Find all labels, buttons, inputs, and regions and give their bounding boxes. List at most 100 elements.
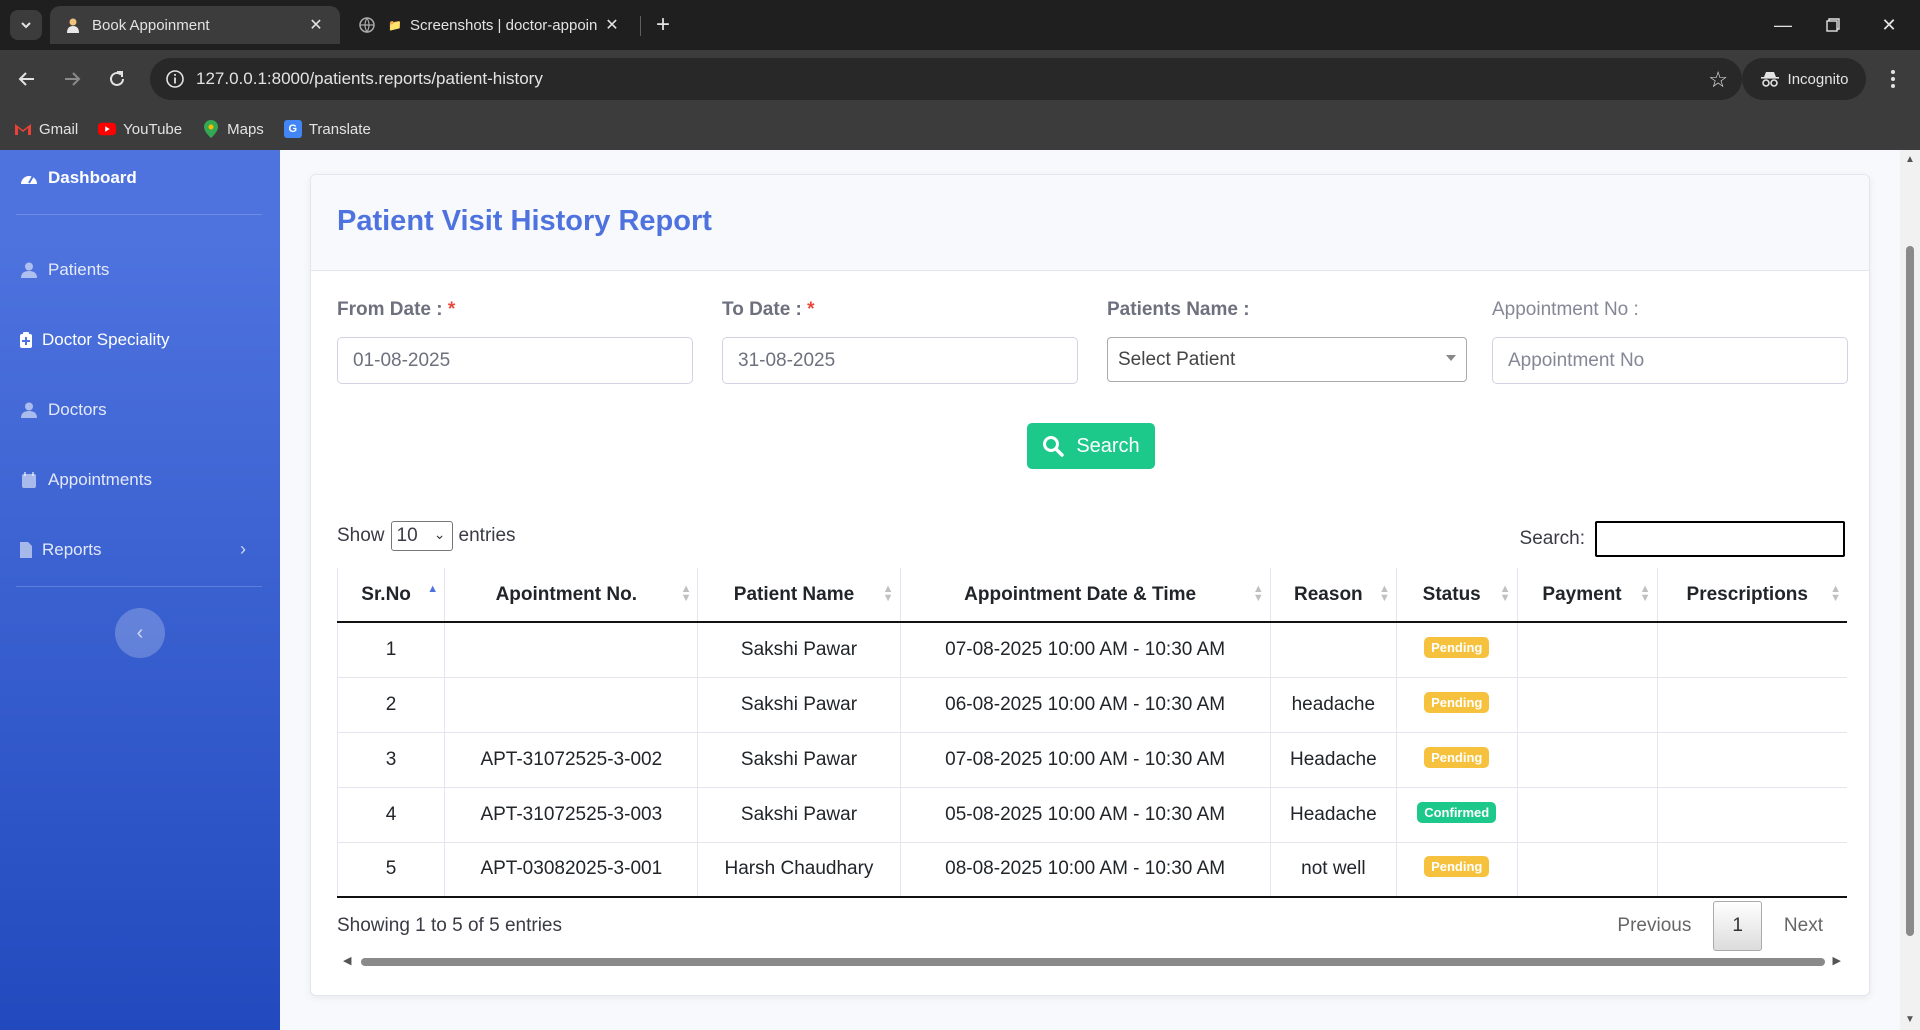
sidebar-item-dashboard[interactable]: Dashboard: [20, 168, 137, 188]
doctor-icon: [64, 16, 82, 34]
reload-button[interactable]: [100, 62, 134, 96]
tab-screenshots[interactable]: 📁 Screenshots | doctor-appoin ✕: [344, 6, 636, 44]
sort-icon: ▲ ▼: [1252, 583, 1264, 604]
bookmarks-bar: Gmail YouTube Maps G Translate: [0, 108, 1920, 150]
close-icon[interactable]: ✕: [600, 13, 624, 37]
column-header-appointment-date-time[interactable]: Appointment Date & Time ▲ ▼: [899, 568, 1271, 623]
table-row: 3 APT-31072525-3-002 Sakshi Pawar 07-08-…: [336, 732, 1847, 788]
cell-status: Confirmed: [1395, 787, 1517, 843]
visit-history-table: Sr.No ▲ Apointment No. ▲ ▼ Patient Name ▲ ▼ A…: [336, 568, 1847, 898]
patient-select[interactable]: Select Patient: [1107, 337, 1467, 382]
entries-select[interactable]: 10 ⌄: [390, 521, 453, 551]
user-icon: [20, 261, 38, 279]
scroll-up-icon[interactable]: ▲: [1905, 154, 1915, 165]
arrow-right-icon: [65, 72, 81, 86]
table-row: 2 Sakshi Pawar 06-08-2025 10:00 AM - 10:…: [336, 677, 1847, 733]
address-bar[interactable]: 127.0.0.1:8000/patients.reports/patient-…: [150, 58, 1742, 100]
search-button[interactable]: Search: [1027, 423, 1155, 469]
pagination-page-1[interactable]: 1: [1713, 901, 1762, 951]
column-header-appointment-no[interactable]: Apointment No. ▲ ▼: [444, 568, 698, 623]
sidebar-item-doctors[interactable]: Doctors: [20, 400, 107, 420]
cell-patient-name: Sakshi Pawar: [697, 677, 901, 733]
chevron-down-icon: ⌄: [433, 526, 446, 542]
table-info: Showing 1 to 5 of 5 entries: [337, 915, 562, 936]
entries-value: 10: [396, 525, 418, 546]
page-vertical-scrollbar[interactable]: ▲ ▼: [1900, 150, 1920, 1030]
tab-search-button[interactable]: [10, 10, 42, 40]
new-tab-button[interactable]: +: [648, 10, 678, 40]
main-content: Patient Visit History Report From Date :…: [280, 150, 1900, 1030]
browser-tab-strip: Book Appoinment ✕ 📁 Screenshots | doctor…: [0, 0, 1920, 50]
translate-icon: G: [283, 120, 302, 138]
incognito-indicator[interactable]: Incognito: [1742, 58, 1866, 100]
youtube-icon: [98, 120, 117, 138]
status-badge: Pending: [1424, 856, 1490, 878]
bookmark-label: Gmail: [39, 120, 79, 138]
cell-prescriptions: [1656, 677, 1847, 733]
bookmark-youtube[interactable]: YouTube: [98, 120, 182, 138]
close-icon[interactable]: ✕: [304, 13, 328, 37]
entries-length-control: Show 10 ⌄ entries: [337, 521, 516, 551]
table-search-input[interactable]: [1595, 521, 1845, 557]
chevron-left-icon: ‹: [136, 621, 144, 644]
column-header-patient-name[interactable]: Patient Name ▲ ▼: [697, 568, 901, 623]
search-button-label: Search: [1076, 434, 1140, 457]
from-date-field[interactable]: 01-08-2025: [337, 337, 693, 384]
sidebar-item-doctor-speciality[interactable]: Doctor Speciality: [20, 330, 170, 350]
cell-datetime: 07-08-2025 10:00 AM - 10:30 AM: [899, 622, 1271, 678]
sidebar: Dashboard Patients Doctor Speciality Doc…: [0, 150, 280, 1030]
minimize-button[interactable]: —: [1760, 8, 1806, 42]
patient-name-label: Patients Name :: [1107, 299, 1250, 320]
tab-title: Book Appoinment: [92, 16, 210, 34]
maps-icon: [202, 120, 220, 138]
column-header-status[interactable]: Status ▲ ▼: [1395, 568, 1517, 623]
gmail-icon: [14, 120, 32, 138]
tab-book-appointment[interactable]: Book Appoinment ✕: [50, 6, 340, 44]
pagination-previous[interactable]: Previous: [1595, 901, 1713, 951]
forward-button[interactable]: [55, 62, 89, 96]
pagination-next[interactable]: Next: [1762, 901, 1845, 951]
bookmark-label: YouTube: [123, 120, 183, 138]
column-header-reason[interactable]: Reason ▲ ▼: [1269, 568, 1397, 623]
card-header: Patient Visit History Report: [311, 175, 1869, 271]
scrollbar-thumb[interactable]: [361, 958, 1825, 966]
pagination: Previous 1 Next: [1595, 901, 1845, 951]
column-header-sr-no[interactable]: Sr.No ▲: [336, 568, 445, 623]
appointment-no-field[interactable]: Appointment No: [1492, 337, 1848, 384]
bookmark-translate[interactable]: G Translate: [283, 120, 371, 138]
star-icon[interactable]: ☆: [1708, 67, 1728, 93]
cell-patient-name: Harsh Chaudhary: [697, 842, 901, 898]
scroll-right-icon[interactable]: ▶: [1833, 954, 1841, 967]
report-card: Patient Visit History Report From Date :…: [310, 174, 1870, 996]
table-horizontal-scrollbar[interactable]: ◀ ▶: [337, 953, 1847, 969]
cell-patient-name: Sakshi Pawar: [697, 732, 901, 788]
column-header-prescriptions[interactable]: Prescriptions ▲ ▼: [1656, 568, 1847, 623]
sidebar-item-patients[interactable]: Patients: [20, 260, 109, 280]
from-date-label: From Date : *: [337, 299, 456, 320]
appointment-no-label: Appointment No :: [1492, 299, 1639, 320]
sort-icon: ▲ ▼: [1499, 583, 1511, 604]
close-window-button[interactable]: ✕: [1866, 8, 1912, 42]
cell-status: Pending: [1395, 732, 1517, 788]
sort-icon: ▲ ▼: [882, 583, 894, 604]
table-row: 5 APT-03082025-3-001 Harsh Chaudhary 08-…: [336, 842, 1847, 898]
bookmark-maps[interactable]: Maps: [202, 120, 264, 138]
sidebar-toggle-button[interactable]: ‹: [115, 608, 165, 658]
scrollbar-thumb[interactable]: [1906, 246, 1914, 936]
back-button[interactable]: [10, 62, 44, 96]
scroll-left-icon[interactable]: ◀: [343, 954, 351, 967]
sidebar-divider: [16, 214, 262, 215]
sidebar-item-reports[interactable]: Reports: [20, 540, 102, 560]
restore-button[interactable]: [1810, 8, 1856, 42]
scroll-down-icon[interactable]: ▼: [1905, 1014, 1915, 1025]
status-badge: Pending: [1424, 636, 1490, 658]
to-date-field[interactable]: 31-08-2025: [722, 337, 1078, 384]
cell-status: Pending: [1395, 677, 1517, 733]
sort-icon: ▲ ▼: [1830, 583, 1841, 604]
browser-menu-button[interactable]: [1878, 62, 1908, 96]
status-badge: Pending: [1424, 746, 1490, 768]
site-info-icon[interactable]: [154, 58, 196, 100]
bookmark-gmail[interactable]: Gmail: [14, 120, 78, 138]
sidebar-item-appointments[interactable]: Appointments: [20, 470, 152, 490]
column-header-payment[interactable]: Payment ▲ ▼: [1516, 568, 1658, 623]
